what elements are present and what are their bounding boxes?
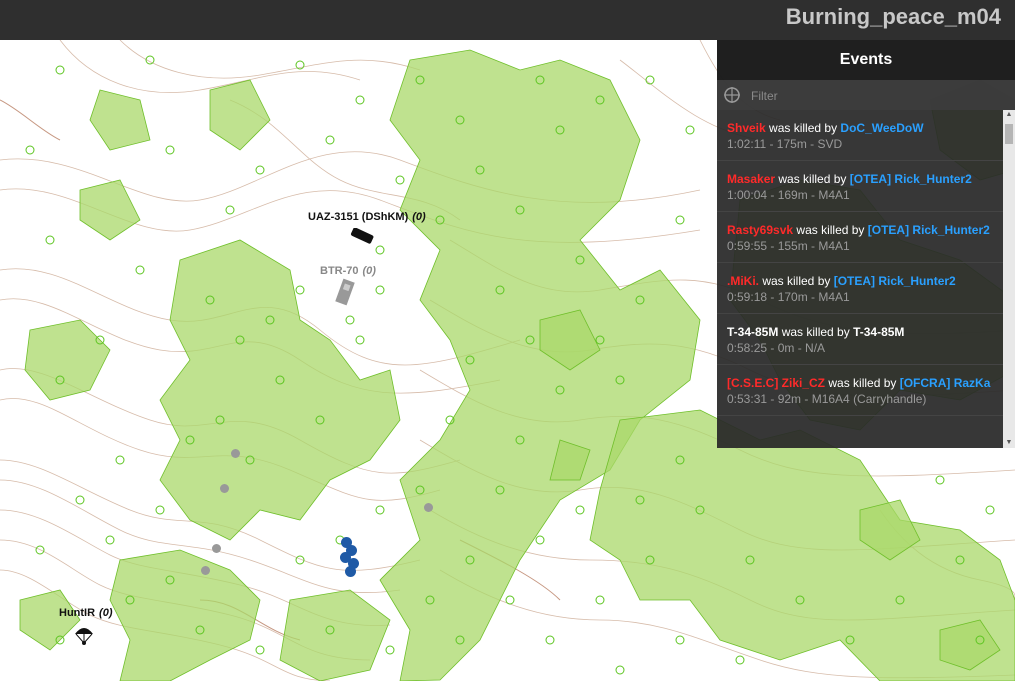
crosshair-icon [724,87,740,103]
event-list-scrollbar[interactable]: ▲ ▼ [1003,110,1015,448]
filter-input[interactable] [749,84,1003,108]
event-text: .MiKi. was killed by [OTEA] Rick_Hunter2 [727,273,1003,289]
event-killer: DoC_WeeDoW [840,121,924,135]
event-text: Shveik was killed by DoC_WeeDoW [727,120,1003,136]
event-verb: was killed by [793,223,868,237]
dead-unit-marker [231,449,240,458]
unit-count: (0) [412,211,426,223]
event-text: Rasty69svk was killed by [OTEA] Rick_Hun… [727,222,1003,238]
events-panel: Events Shveik was killed by DoC_WeeDoW1:… [717,40,1015,448]
scroll-up-arrow-icon[interactable]: ▲ [1003,110,1015,120]
unit-name: HuntIR [59,607,96,619]
unit-label-huntir[interactable]: HuntIR (0) [59,607,113,619]
events-title: Events [717,40,1015,80]
event-meta: 0:59:55 - 155m - M4A1 [727,239,850,253]
vehicle-icon[interactable] [349,228,375,244]
event-meta: 0:53:31 - 92m - M16A4 (Carryhandle) [727,392,927,406]
scroll-thumb[interactable] [1005,124,1013,144]
event-killer: [OTEA] Rick_Hunter2 [849,172,972,186]
event-list[interactable]: Shveik was killed by DoC_WeeDoW 1:02:11 -… [717,110,1003,448]
event-victim: T-34-85M [727,325,779,339]
parachute-icon[interactable] [73,624,95,646]
unit-label-uaz[interactable]: UAZ-3151 (DShKM) (0) [308,211,426,223]
event-victim: .MiKi. [727,274,759,288]
unit-name: BTR-70 [320,265,359,277]
event-text: Masaker was killed by [OTEA] Rick_Hunter… [727,171,1003,187]
filter-row [717,80,1015,110]
event-meta: 0:58:25 - 0m - N/A [727,341,826,355]
dead-unit-marker [424,503,433,512]
event-item[interactable]: Shveik was killed by DoC_WeeDoW 1:02:11 -… [717,110,1003,161]
title-bar: Burning_peace_m04 [0,0,1015,40]
event-killer: [OTEA] Rick_Hunter2 [833,274,956,288]
dead-unit-marker [212,544,221,553]
scroll-down-arrow-icon[interactable]: ▼ [1003,438,1015,448]
event-killer: [OFCRA] RazKa [899,376,991,390]
unit-label-btr[interactable]: BTR-70 (0) [320,265,376,277]
event-victim: Masaker [727,172,776,186]
event-item[interactable]: [C.S.E.C] Ziki_CZ was killed by [OFCRA] … [717,365,1003,416]
event-item[interactable]: Masaker was killed by [OTEA] Rick_Hunter… [717,161,1003,212]
unit-name: UAZ-3151 (DShKM) [308,211,409,223]
event-killer: T-34-85M [853,325,905,339]
event-item[interactable]: T-34-85M was killed by T-34-85M 0:58:25 -… [717,314,1003,365]
event-verb: was killed by [759,274,834,288]
event-text: [C.S.E.C] Ziki_CZ was killed by [OFCRA] … [727,375,1003,391]
event-meta: 1:00:04 - 169m - M4A1 [727,188,850,202]
mission-title: Burning_peace_m04 [785,4,1001,29]
dead-unit-marker [220,484,229,493]
event-text: T-34-85M was killed by T-34-85M [727,324,1003,340]
event-meta: 0:59:18 - 170m - M4A1 [727,290,850,304]
event-victim: Shveik [727,121,766,135]
friendly-unit-marker[interactable] [345,566,356,577]
event-meta: 1:02:11 - 175m - SVD [727,137,843,151]
event-victim: Rasty69svk [727,223,794,237]
event-verb: was killed by [765,121,841,135]
apc-icon[interactable] [335,278,357,306]
dead-unit-marker [201,566,210,575]
event-verb: was killed by [778,325,854,339]
unit-count: (0) [362,265,376,277]
unit-count: (0) [99,607,113,619]
event-item[interactable]: Rasty69svk was killed by [OTEA] Rick_Hun… [717,212,1003,263]
event-verb: was killed by [775,172,850,186]
event-victim: [C.S.E.C] Ziki_CZ [727,376,826,390]
event-verb: was killed by [825,376,900,390]
event-killer: [OTEA] Rick_Hunter2 [867,223,990,237]
event-item[interactable]: .MiKi. was killed by [OTEA] Rick_Hunter2… [717,263,1003,314]
